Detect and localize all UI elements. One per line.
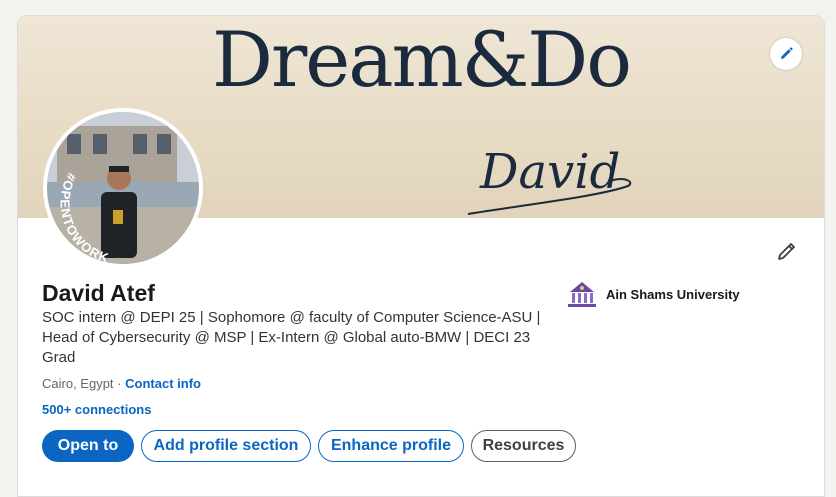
- profile-location: Cairo, Egypt: [42, 376, 114, 391]
- pencil-icon: [778, 243, 795, 260]
- profile-name: David Atef: [42, 280, 155, 306]
- edit-profile-button[interactable]: [772, 236, 802, 266]
- education-name: Ain Shams University: [606, 286, 740, 302]
- avatar-image: #OPENTOWORK: [47, 112, 199, 264]
- edit-banner-button[interactable]: [770, 38, 802, 70]
- avatar: #OPENTOWORK: [47, 112, 199, 264]
- add-profile-section-button[interactable]: Add profile section: [141, 430, 311, 462]
- profile-headline: SOC intern @ DEPI 25 | Sophomore @ facul…: [42, 309, 541, 366]
- profile-photo[interactable]: #OPENTOWORK: [43, 108, 203, 268]
- education-entry[interactable]: Ain Shams University: [566, 280, 740, 308]
- contact-info-link[interactable]: Contact info: [125, 376, 201, 391]
- banner-signature: David: [467, 144, 632, 215]
- resources-button[interactable]: Resources: [471, 430, 576, 462]
- connections-link[interactable]: 500+ connections: [42, 402, 151, 417]
- svg-text:David: David: [479, 144, 620, 200]
- enhance-profile-button[interactable]: Enhance profile: [318, 430, 464, 462]
- university-logo-icon: [568, 282, 596, 307]
- location-line: Cairo, Egypt · Contact info: [42, 376, 201, 391]
- open-to-button[interactable]: Open to: [42, 430, 134, 462]
- pencil-icon: [781, 47, 793, 59]
- banner-title: Dream&Do: [212, 15, 632, 104]
- separator-dot: ·: [117, 376, 122, 391]
- profile-card: Dream&Do David #OPENTOWORK David Atef SO…: [17, 15, 825, 497]
